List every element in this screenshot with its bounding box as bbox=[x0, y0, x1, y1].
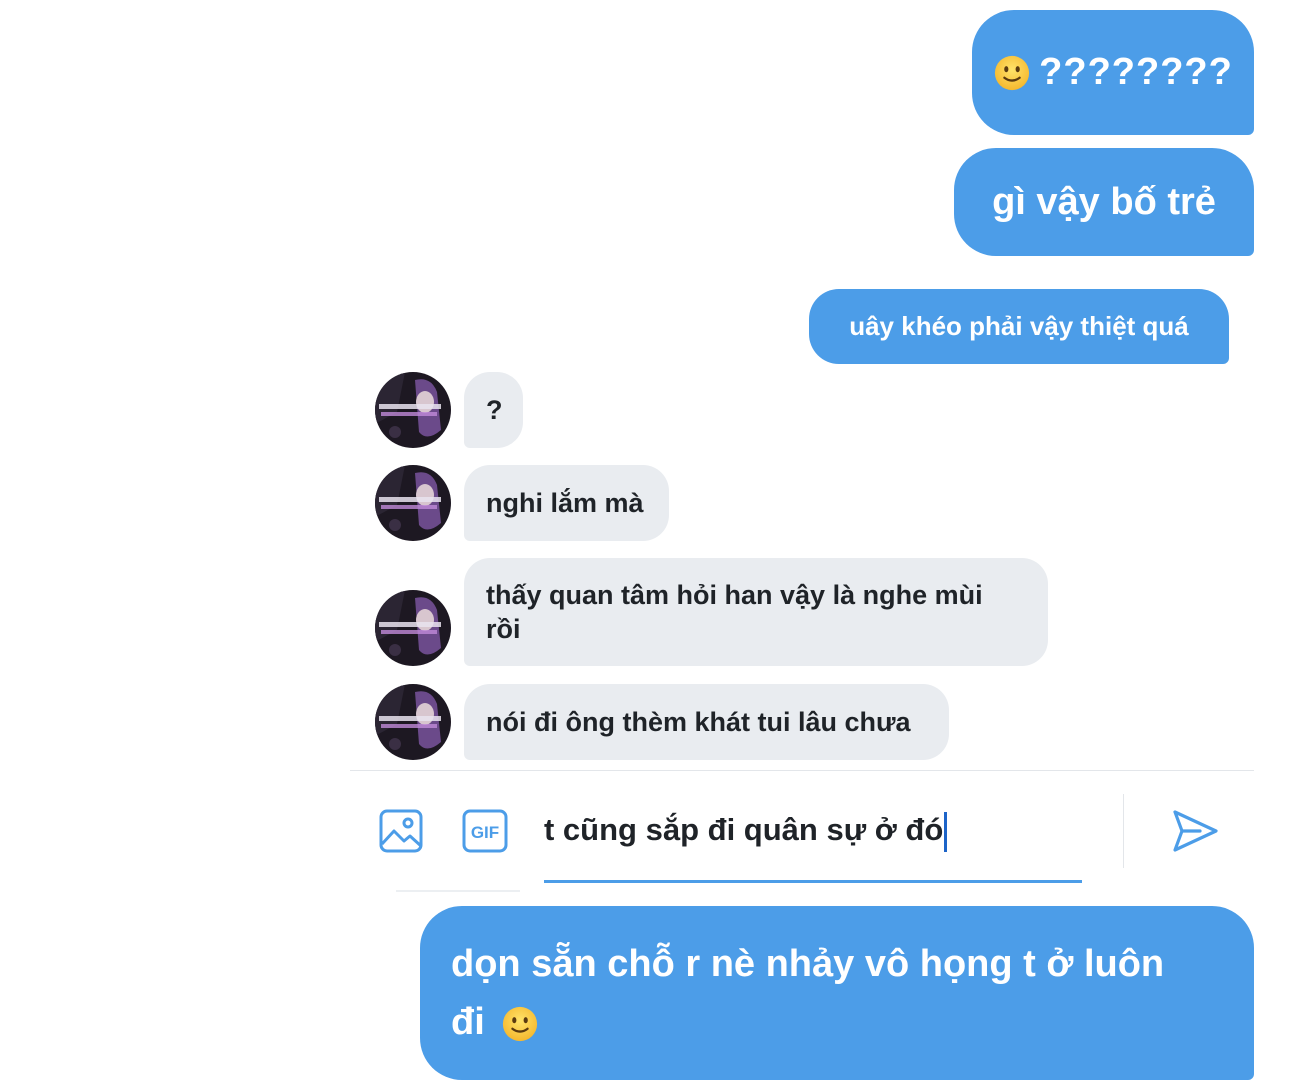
composer-shadow bbox=[396, 890, 520, 892]
message-text: ? bbox=[486, 395, 503, 425]
message-incoming[interactable]: nói đi ông thèm khát tui lâu chưa bbox=[464, 684, 949, 760]
message-text: nghi lắm mà bbox=[486, 488, 644, 518]
input-underline bbox=[544, 880, 1082, 883]
message-outgoing[interactable]: dọn sẵn chỗ r nè nhảy vô họng t ở luôn đ… bbox=[420, 906, 1254, 1080]
image-icon[interactable] bbox=[378, 808, 424, 859]
message-outgoing[interactable]: uây khéo phải vậy thiệt quá bbox=[809, 289, 1229, 364]
message-text: ???????? bbox=[1039, 51, 1233, 93]
message-incoming[interactable]: ? bbox=[464, 372, 523, 448]
slightly-smiling-face-icon bbox=[503, 1006, 538, 1042]
message-input[interactable]: t cũng sắp đi quân sự ở đó bbox=[544, 808, 948, 852]
composer-separator bbox=[1123, 794, 1124, 868]
avatar[interactable] bbox=[375, 465, 451, 541]
avatar[interactable] bbox=[375, 684, 451, 760]
dm-conversation: ???????? gì vậy bố trẻ uây khéo phải vậy… bbox=[0, 0, 1290, 1090]
gif-icon[interactable]: GIF bbox=[461, 808, 509, 859]
avatar[interactable] bbox=[375, 590, 451, 666]
message-incoming[interactable]: thấy quan tâm hỏi han vậy là nghe mùi rồ… bbox=[464, 558, 1048, 666]
message-text: thấy quan tâm hỏi han vậy là nghe mùi rồ… bbox=[486, 580, 983, 644]
send-icon[interactable] bbox=[1170, 806, 1220, 861]
avatar[interactable] bbox=[375, 372, 451, 448]
message-text: uây khéo phải vậy thiệt quá bbox=[849, 311, 1189, 341]
message-incoming[interactable]: nghi lắm mà bbox=[464, 465, 669, 541]
text-caret bbox=[944, 811, 948, 852]
message-text-block: dọn sẵn chỗ r nè nhảy vô họng t ở luôn đ… bbox=[451, 935, 1164, 1051]
svg-text:GIF: GIF bbox=[471, 823, 499, 842]
message-text: nói đi ông thèm khát tui lâu chưa bbox=[486, 707, 911, 737]
slightly-smiling-face-icon bbox=[995, 55, 1030, 90]
composer-divider bbox=[350, 770, 1254, 771]
message-text: đi bbox=[451, 1001, 485, 1043]
message-text-line: dọn sẵn chỗ r nè nhảy vô họng t ở luôn bbox=[451, 943, 1165, 985]
message-input-value: t cũng sắp đi quân sự ở đó bbox=[544, 812, 944, 847]
message-outgoing[interactable]: ???????? bbox=[972, 10, 1254, 135]
message-outgoing[interactable]: gì vậy bố trẻ bbox=[954, 148, 1254, 256]
message-text: gì vậy bố trẻ bbox=[992, 180, 1216, 223]
message-text-line-2: đi bbox=[451, 993, 1164, 1051]
